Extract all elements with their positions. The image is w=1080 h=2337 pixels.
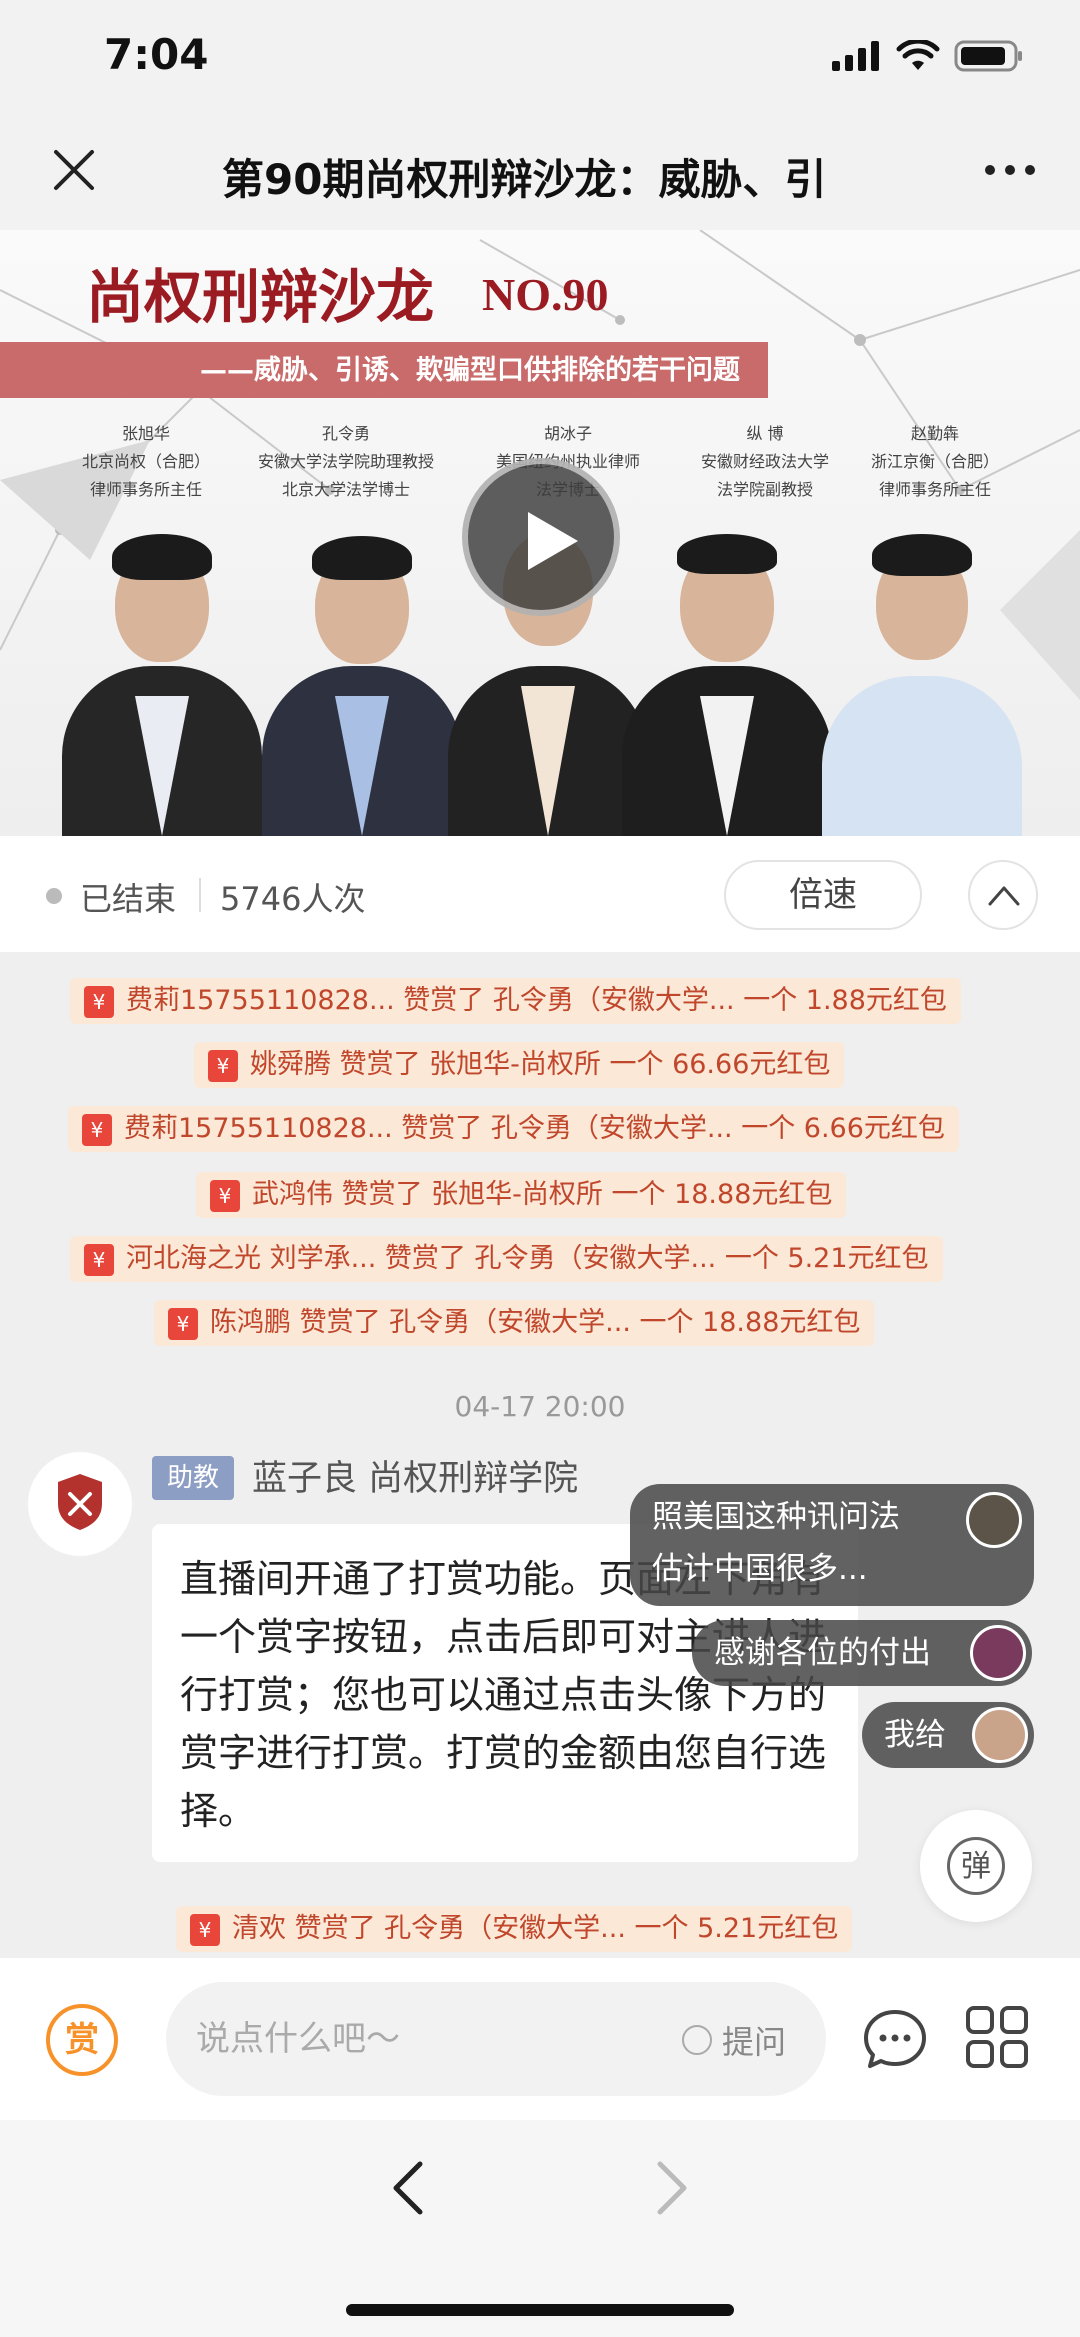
live-info-row: 已结束 5746人次 倍速 <box>0 836 1080 952</box>
chat-timestamp: 04-17 20:00 <box>454 1390 626 1423</box>
role-badge: 助教 <box>152 1456 234 1500</box>
divider <box>199 878 201 912</box>
reward-notice: ¥ 陈鸿鹏 赞赏了 孔令勇（安徽大学... 一个 18.88元红包 <box>154 1300 875 1346</box>
red-packet-icon: ¥ <box>84 986 114 1018</box>
chat-input-container[interactable]: 提问 <box>166 1982 826 2096</box>
status-time: 7:04 <box>104 30 209 79</box>
reward-button[interactable]: 赏 <box>46 2004 118 2076</box>
speaker-caption: 赵勤犇 浙江京衡（合肥） 律师事务所主任 <box>870 424 999 499</box>
red-packet-icon: ¥ <box>208 1050 238 1082</box>
danmaku-comment: 感谢各位的付出 <box>692 1620 1032 1686</box>
viewer-count: 5746人次 <box>220 880 366 918</box>
reward-notice: ¥ 河北海之光 刘学承... 赞赏了 孔令勇（安徽大学... 一个 5.21元红… <box>70 1236 943 1282</box>
status-bar: 7:04 <box>0 0 1080 120</box>
more-icon[interactable] <box>980 150 1040 190</box>
speaker-photo <box>62 506 262 836</box>
browser-nav-bar <box>0 2120 1080 2337</box>
banner-title: 尚权刑辩沙龙 <box>86 263 435 331</box>
sender-name[interactable]: 蓝子良 尚权刑辩学院 <box>252 1450 578 1501</box>
avatar <box>972 1707 1028 1763</box>
live-status: 已结束 <box>80 880 177 918</box>
speaker-photo <box>822 506 1022 836</box>
danmaku-comment: 我给 <box>862 1702 1034 1768</box>
battery-icon <box>954 40 1022 72</box>
avatar[interactable] <box>28 1452 132 1556</box>
reward-notice: ¥ 费莉15755110828... 赞赏了 孔令勇（安徽大学... 一个 1.… <box>70 978 961 1024</box>
avatar <box>970 1625 1026 1681</box>
speaker-caption: 张旭华 北京尚权（合肥） 律师事务所主任 <box>81 424 210 499</box>
radio-icon <box>682 2025 712 2055</box>
academy-logo-icon <box>58 1474 102 1530</box>
video-poster[interactable]: 尚权刑辩沙龙 NO.90 ——威胁、引诱、欺骗型口供排除的若干问题 张旭华 北京… <box>0 230 1080 836</box>
play-icon <box>528 512 578 570</box>
speaker-caption: 孔令勇 安徽大学法学院助理教授 北京大学法学博士 <box>257 424 434 499</box>
avatar <box>966 1492 1022 1548</box>
danmaku-comment: 照美国这种讯问法 估计中国很多... <box>630 1484 1034 1606</box>
message-input[interactable] <box>196 2012 656 2066</box>
signal-icon <box>832 41 879 71</box>
grid-menu-icon[interactable] <box>964 2004 1030 2070</box>
red-packet-icon: ¥ <box>190 1914 220 1946</box>
red-packet-icon: ¥ <box>84 1244 114 1276</box>
red-packet-icon: ¥ <box>168 1308 198 1340</box>
page-title: 第90期尚权刑辩沙龙：威胁、引 <box>222 155 827 204</box>
chevron-up-icon <box>988 886 1020 906</box>
ask-question-toggle[interactable]: 提问 <box>682 2018 786 2062</box>
speaker-caption: 纵 博 安徽财经政法大学 法学院副教授 <box>700 424 829 499</box>
reward-notice: ¥ 姚舜腾 赞赏了 张旭华-尚权所 一个 66.66元红包 <box>194 1042 845 1088</box>
speaker-photo <box>262 506 462 836</box>
collapse-button[interactable] <box>968 860 1038 930</box>
playback-speed-button[interactable]: 倍速 <box>724 860 922 930</box>
reward-notice: ¥ 费莉15755110828... 赞赏了 孔令勇（安徽大学... 一个 6.… <box>68 1106 959 1152</box>
forward-arrow-icon[interactable] <box>654 2158 690 2218</box>
status-icons <box>832 40 1024 72</box>
close-icon[interactable] <box>48 144 100 196</box>
nav-bar: 第90期尚权刑辩沙龙：威胁、引 <box>0 120 1080 230</box>
home-indicator[interactable] <box>346 2304 734 2316</box>
banner-subtitle: ——威胁、引诱、欺骗型口供排除的若干问题 <box>200 355 740 386</box>
play-button[interactable] <box>462 458 620 616</box>
red-packet-icon: ¥ <box>82 1114 112 1146</box>
speaker-photo <box>622 506 832 836</box>
reward-notice: ¥ 武鸿伟 赞赏了 张旭华-尚权所 一个 18.88元红包 <box>196 1172 847 1218</box>
chat-input-bar: 赏 提问 <box>0 1958 1080 2120</box>
banner-issue: NO.90 <box>482 269 609 320</box>
danmaku-toggle-button[interactable]: 弹 <box>920 1810 1032 1922</box>
comment-icon[interactable] <box>862 2006 928 2072</box>
red-packet-icon: ¥ <box>210 1180 240 1212</box>
back-arrow-icon[interactable] <box>390 2158 426 2218</box>
wifi-icon <box>896 40 940 70</box>
reward-notice: ¥ 清欢 赞赏了 孔令勇（安徽大学... 一个 5.21元红包 <box>176 1906 853 1952</box>
status-dot-icon <box>46 888 62 904</box>
